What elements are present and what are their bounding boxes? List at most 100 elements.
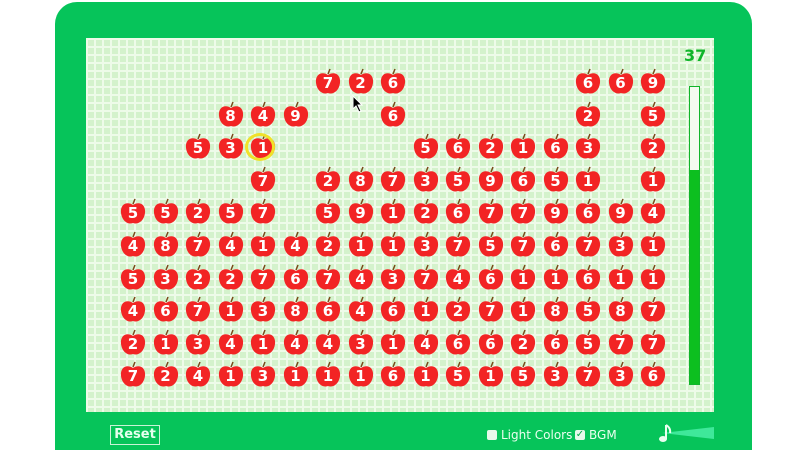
apple-8-12[interactable]: 2 xyxy=(509,329,537,357)
apple-5-10[interactable]: 7 xyxy=(444,231,472,259)
apple-6-7[interactable]: 4 xyxy=(347,264,375,292)
apple-2-9[interactable]: 5 xyxy=(412,133,440,161)
apple-8-5[interactable]: 4 xyxy=(282,329,310,357)
apple-8-15[interactable]: 7 xyxy=(607,329,635,357)
apple-6-1[interactable]: 3 xyxy=(152,264,180,292)
apple-7-14[interactable]: 5 xyxy=(574,296,602,324)
light-colors-option[interactable]: Light Colors xyxy=(487,428,572,442)
apple-9-13[interactable]: 3 xyxy=(542,361,570,389)
apple-7-12[interactable]: 1 xyxy=(509,296,537,324)
apple-8-14[interactable]: 5 xyxy=(574,329,602,357)
apple-8-9[interactable]: 4 xyxy=(412,329,440,357)
apple-2-11[interactable]: 2 xyxy=(477,133,505,161)
apple-1-4[interactable]: 4 xyxy=(249,101,277,129)
apple-4-14[interactable]: 6 xyxy=(574,198,602,226)
apple-6-10[interactable]: 4 xyxy=(444,264,472,292)
apple-3-6[interactable]: 2 xyxy=(314,166,342,194)
apple-3-11[interactable]: 9 xyxy=(477,166,505,194)
apple-6-4[interactable]: 7 xyxy=(249,264,277,292)
apple-6-2[interactable]: 2 xyxy=(184,264,212,292)
apple-4-3[interactable]: 5 xyxy=(217,198,245,226)
apple-8-11[interactable]: 6 xyxy=(477,329,505,357)
apple-9-14[interactable]: 7 xyxy=(574,361,602,389)
apple-5-4[interactable]: 1 xyxy=(249,231,277,259)
apple-9-2[interactable]: 4 xyxy=(184,361,212,389)
apple-4-13[interactable]: 9 xyxy=(542,198,570,226)
apple-6-0[interactable]: 5 xyxy=(119,264,147,292)
apple-3-16[interactable]: 1 xyxy=(639,166,667,194)
apple-6-13[interactable]: 1 xyxy=(542,264,570,292)
apple-3-14[interactable]: 1 xyxy=(574,166,602,194)
bgm-option[interactable]: ✓ BGM xyxy=(575,428,617,442)
apple-4-4[interactable]: 7 xyxy=(249,198,277,226)
apple-0-7[interactable]: 2 xyxy=(347,68,375,96)
apple-8-0[interactable]: 2 xyxy=(119,329,147,357)
apple-3-13[interactable]: 5 xyxy=(542,166,570,194)
apple-9-11[interactable]: 1 xyxy=(477,361,505,389)
apple-1-5[interactable]: 9 xyxy=(282,101,310,129)
apple-5-5[interactable]: 4 xyxy=(282,231,310,259)
apple-8-8[interactable]: 1 xyxy=(379,329,407,357)
apple-8-1[interactable]: 1 xyxy=(152,329,180,357)
apple-5-13[interactable]: 6 xyxy=(542,231,570,259)
apple-6-6[interactable]: 7 xyxy=(314,264,342,292)
apple-8-7[interactable]: 3 xyxy=(347,329,375,357)
apple-5-8[interactable]: 1 xyxy=(379,231,407,259)
apple-5-2[interactable]: 7 xyxy=(184,231,212,259)
apple-1-16[interactable]: 5 xyxy=(639,101,667,129)
apple-4-0[interactable]: 5 xyxy=(119,198,147,226)
apple-2-13[interactable]: 6 xyxy=(542,133,570,161)
apple-5-6[interactable]: 2 xyxy=(314,231,342,259)
apple-0-14[interactable]: 6 xyxy=(574,68,602,96)
apple-9-6[interactable]: 1 xyxy=(314,361,342,389)
apple-5-1[interactable]: 8 xyxy=(152,231,180,259)
apple-2-16[interactable]: 2 xyxy=(639,133,667,161)
apple-6-12[interactable]: 1 xyxy=(509,264,537,292)
apple-9-10[interactable]: 5 xyxy=(444,361,472,389)
apple-9-3[interactable]: 1 xyxy=(217,361,245,389)
apple-7-1[interactable]: 6 xyxy=(152,296,180,324)
reset-button[interactable]: Reset xyxy=(110,425,160,445)
apple-6-5[interactable]: 6 xyxy=(282,264,310,292)
apple-7-15[interactable]: 8 xyxy=(607,296,635,324)
apple-7-11[interactable]: 7 xyxy=(477,296,505,324)
apple-8-13[interactable]: 6 xyxy=(542,329,570,357)
apple-4-1[interactable]: 5 xyxy=(152,198,180,226)
apple-5-11[interactable]: 5 xyxy=(477,231,505,259)
apple-6-14[interactable]: 6 xyxy=(574,264,602,292)
apple-8-10[interactable]: 6 xyxy=(444,329,472,357)
apple-9-4[interactable]: 3 xyxy=(249,361,277,389)
apple-4-16[interactable]: 4 xyxy=(639,198,667,226)
apple-0-16[interactable]: 9 xyxy=(639,68,667,96)
apple-7-4[interactable]: 3 xyxy=(249,296,277,324)
apple-7-0[interactable]: 4 xyxy=(119,296,147,324)
apple-6-3[interactable]: 2 xyxy=(217,264,245,292)
apple-0-15[interactable]: 6 xyxy=(607,68,635,96)
apple-4-7[interactable]: 9 xyxy=(347,198,375,226)
apple-7-10[interactable]: 2 xyxy=(444,296,472,324)
apple-1-8[interactable]: 6 xyxy=(379,101,407,129)
apple-6-11[interactable]: 6 xyxy=(477,264,505,292)
apple-4-6[interactable]: 5 xyxy=(314,198,342,226)
apple-8-4[interactable]: 1 xyxy=(249,329,277,357)
apple-5-16[interactable]: 1 xyxy=(639,231,667,259)
apple-1-3[interactable]: 8 xyxy=(217,101,245,129)
apple-2-3[interactable]: 3 xyxy=(217,133,245,161)
apple-9-0[interactable]: 7 xyxy=(119,361,147,389)
apple-4-2[interactable]: 2 xyxy=(184,198,212,226)
apple-board[interactable]: 7266698496255315621632728735965115525759… xyxy=(86,38,714,412)
apple-9-12[interactable]: 5 xyxy=(509,361,537,389)
apple-5-9[interactable]: 3 xyxy=(412,231,440,259)
apple-9-9[interactable]: 1 xyxy=(412,361,440,389)
apple-5-0[interactable]: 4 xyxy=(119,231,147,259)
apple-6-15[interactable]: 1 xyxy=(607,264,635,292)
apple-7-2[interactable]: 7 xyxy=(184,296,212,324)
apple-7-8[interactable]: 6 xyxy=(379,296,407,324)
apple-3-9[interactable]: 3 xyxy=(412,166,440,194)
apple-4-9[interactable]: 2 xyxy=(412,198,440,226)
light-colors-checkbox[interactable] xyxy=(487,430,497,440)
apple-3-10[interactable]: 5 xyxy=(444,166,472,194)
apple-9-15[interactable]: 3 xyxy=(607,361,635,389)
apple-8-6[interactable]: 4 xyxy=(314,329,342,357)
apple-2-10[interactable]: 6 xyxy=(444,133,472,161)
